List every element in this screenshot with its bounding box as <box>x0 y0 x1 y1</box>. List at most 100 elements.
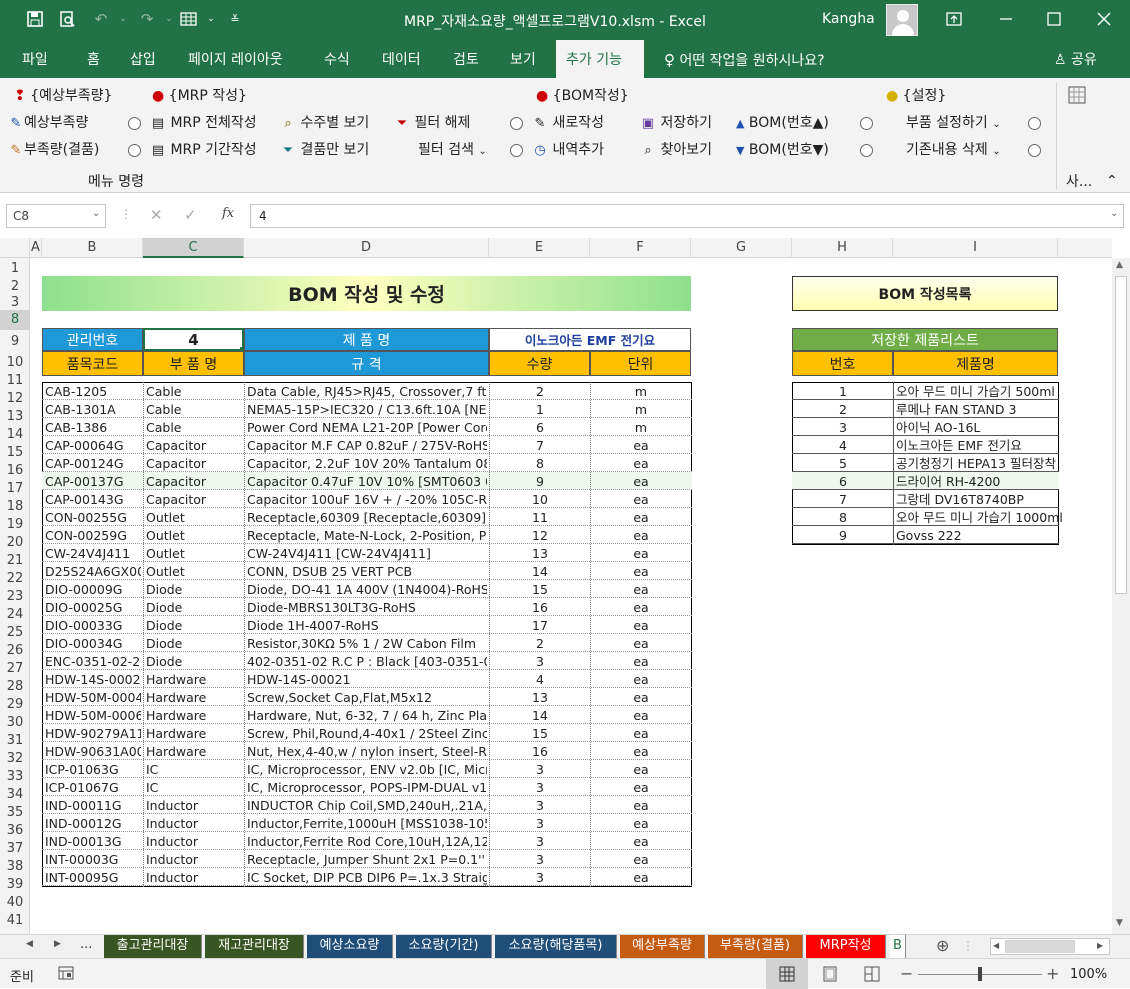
table-cell[interactable]: CAB-1205 <box>45 383 141 400</box>
undo-icon[interactable]: ↶ <box>90 8 112 30</box>
close-icon[interactable] <box>1084 4 1124 34</box>
mrp-period-button[interactable]: ▤ MRP 기간작성 <box>150 141 257 160</box>
grid-icon[interactable] <box>1068 86 1086 109</box>
table-cell[interactable]: ea <box>593 815 689 832</box>
table-cell[interactable]: Cable <box>146 383 242 400</box>
h-scroll-thumb[interactable] <box>1005 940 1075 953</box>
table-cell[interactable]: Outlet <box>146 509 242 526</box>
row-header[interactable]: 27 <box>0 660 30 678</box>
table-cell[interactable]: Diode <box>146 581 242 598</box>
table-cell[interactable]: CON-00255G <box>45 509 141 526</box>
table-cell[interactable]: 14 <box>492 707 588 724</box>
col-header[interactable]: A <box>30 238 42 258</box>
find-button[interactable]: ⌕ 찾아보기 <box>640 141 712 160</box>
mgmt-number-input[interactable]: 4 <box>143 328 244 351</box>
table-cell[interactable]: IC, Microprocessor, POPS-IPM-DUAL v1.0 <box>247 779 487 796</box>
row-header[interactable]: 23 <box>0 588 30 606</box>
col-header[interactable]: C <box>143 238 244 258</box>
scroll-left-icon[interactable]: ◀ <box>993 941 999 950</box>
table-cell[interactable]: CW-24V4J411 <box>45 545 141 562</box>
table-cell[interactable]: 16 <box>492 743 588 760</box>
saved-no[interactable]: 8 <box>793 509 893 526</box>
add-history-button[interactable]: ◷ 내역추가 <box>532 141 604 160</box>
select-all[interactable] <box>0 238 30 258</box>
saved-no[interactable]: 6 <box>793 473 893 490</box>
row-header[interactable]: 35 <box>0 804 30 822</box>
undo-dropdown-icon[interactable]: ⌄ <box>112 8 134 30</box>
table-cell[interactable]: INDUCTOR Chip Coil,SMD,240uH,.21A,32 <box>247 797 487 814</box>
table-cell[interactable]: 3 <box>492 851 588 868</box>
table-cell[interactable]: Outlet <box>146 527 242 544</box>
tab-page-layout[interactable]: 페이지 레이아웃 <box>180 40 291 78</box>
table-cell[interactable]: ea <box>593 707 689 724</box>
row-header[interactable]: 38 <box>0 858 30 876</box>
table-cell[interactable]: DIO-00034G <box>45 635 141 652</box>
table-cell[interactable]: IC <box>146 761 242 778</box>
table-cell[interactable]: Inductor <box>146 851 242 868</box>
row-header[interactable]: 39 <box>0 876 30 894</box>
scroll-down-icon[interactable]: ▼ <box>1116 918 1123 928</box>
table-cell[interactable]: Inductor <box>146 797 242 814</box>
row-header[interactable]: 28 <box>0 678 30 696</box>
table-cell[interactable]: 3 <box>492 797 588 814</box>
table-cell[interactable]: Screw, Phil,Round,4-40x1 / 2Steel Zinc-R… <box>247 725 487 742</box>
table-cell[interactable]: HDW-14S-00021 <box>45 671 141 688</box>
tab-add-ins[interactable]: 추가 기능 <box>556 40 644 78</box>
order-view-button[interactable]: ⌕ 수주별 보기 <box>280 114 369 133</box>
table-cell[interactable]: IC Socket, DIP PCB DIP6 P=.1x.3 Straight <box>247 869 487 886</box>
col-header[interactable]: F <box>590 238 691 258</box>
table-cell[interactable]: Diode <box>146 617 242 634</box>
name-box-dropdown-icon[interactable]: ⌄ <box>92 208 100 219</box>
col-header[interactable]: E <box>489 238 590 258</box>
saved-no[interactable]: 3 <box>793 419 893 436</box>
tab-insert[interactable]: 삽입 <box>122 40 164 78</box>
save-icon[interactable] <box>24 8 46 30</box>
save-bom-button[interactable]: ▣ 저장하기 <box>640 114 712 133</box>
bom-sort-asc-button[interactable]: ▲ BOM(번호▲) <box>736 114 829 133</box>
saved-name[interactable]: 오아 무드 미니 가습기 1000ml <box>896 509 1096 526</box>
table-cell[interactable]: ea <box>593 491 689 508</box>
table-cell[interactable]: Capacitor <box>146 455 242 472</box>
scroll-right-icon[interactable]: ▶ <box>1097 941 1103 950</box>
saved-no[interactable]: 2 <box>793 401 893 418</box>
table-cell[interactable]: HDW-14S-00021 <box>247 671 487 688</box>
table-cell[interactable]: IC, Microprocessor, ENV v2.0b [IC, Micro <box>247 761 487 778</box>
prev-sheet-icon[interactable]: ◀ <box>26 939 33 949</box>
filter-clear-button[interactable]: ⏷ 필터 해제 <box>394 114 471 133</box>
customize-qat-icon[interactable]: ≚ <box>224 8 246 30</box>
table-cell[interactable]: Capacitor, 2.2uF 10V 20% Tantalum 0805 <box>247 455 487 472</box>
table-cell[interactable]: ICP-01063G <box>45 761 141 778</box>
row-header[interactable]: 1 <box>0 260 30 278</box>
collapse-ribbon-icon[interactable]: ⌃ <box>1106 172 1118 190</box>
user-name[interactable]: Kangha <box>822 11 875 27</box>
table-cell[interactable]: 3 <box>492 815 588 832</box>
table-cell[interactable]: HDW-90631A005 <box>45 743 141 760</box>
table-cell[interactable]: 13 <box>492 545 588 562</box>
sheet-tab[interactable]: MRP작성 <box>806 935 886 959</box>
next-sheet-icon[interactable]: ▶ <box>54 939 61 949</box>
name-box[interactable]: C8 <box>6 204 106 228</box>
table-cell[interactable]: ea <box>593 671 689 688</box>
table-cell[interactable]: Receptacle, Jumper Shunt 2x1 P=0.1'' St <box>247 851 487 868</box>
redo-icon[interactable]: ↷ <box>136 8 158 30</box>
table-cell[interactable]: Cable <box>146 419 242 436</box>
table-cell[interactable]: ea <box>593 833 689 850</box>
sheet-tab[interactable]: 예상부족량 <box>620 935 705 959</box>
radio-1[interactable] <box>128 115 141 133</box>
table-cell[interactable]: ea <box>593 473 689 490</box>
sheet-tab[interactable]: 출고관리대장 <box>104 935 202 959</box>
table-cell[interactable]: Receptacle, Mate-N-Lock, 2-Position, PCB <box>247 527 487 544</box>
avatar[interactable] <box>886 4 918 36</box>
table-cell[interactable]: ea <box>593 545 689 562</box>
worksheet-grid[interactable]: BOM 작성 및 수정 BOM 작성목록 관리번호 4 제 품 명 이노크아든 … <box>30 258 1112 934</box>
mrp-full-button[interactable]: ▤ MRP 전체작성 <box>150 114 257 133</box>
table-cell[interactable]: ea <box>593 455 689 472</box>
row-header[interactable]: 36 <box>0 822 30 840</box>
table-cell[interactable]: Capacitor <box>146 437 242 454</box>
table-cell[interactable]: CAB-1386 <box>45 419 141 436</box>
row-header[interactable]: 34 <box>0 786 30 804</box>
page-layout-view-icon[interactable] <box>822 966 838 986</box>
table-cell[interactable]: CAP-00124G <box>45 455 141 472</box>
sheet-tab[interactable]: 부족량(결품) <box>708 935 803 959</box>
row-header[interactable]: 16 <box>0 462 30 480</box>
